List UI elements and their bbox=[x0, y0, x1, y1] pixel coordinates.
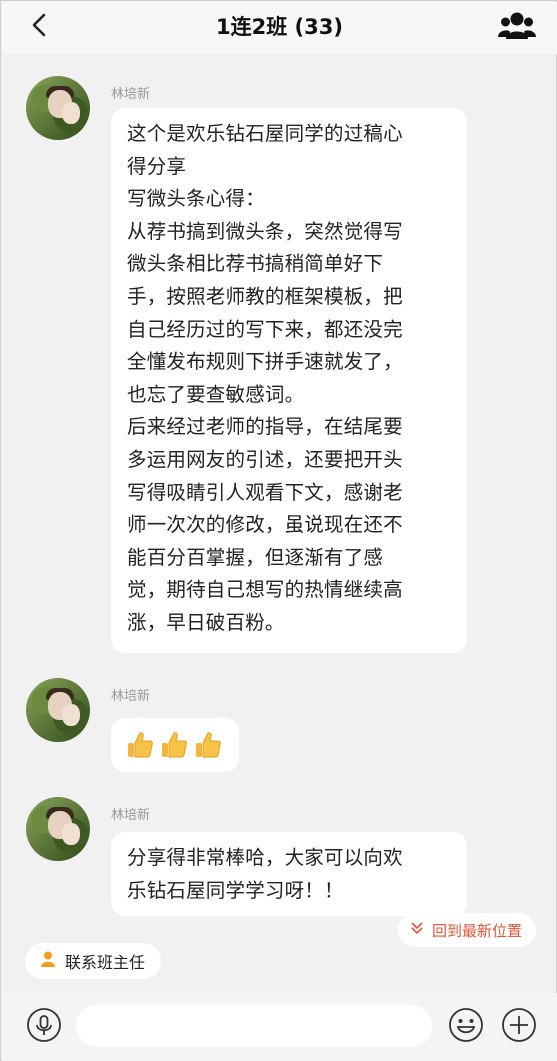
message-bubble[interactable]: 分享得非常棒哈，大家可以向欢 乐钻石屋同学学习呀！！ bbox=[111, 832, 467, 916]
message-input[interactable] bbox=[76, 1005, 432, 1047]
voice-button[interactable] bbox=[26, 1007, 62, 1047]
microphone-icon bbox=[26, 1007, 62, 1047]
header-bar: 1连2班 (33) bbox=[2, 2, 557, 54]
more-options-button[interactable] bbox=[501, 1007, 537, 1047]
back-to-latest-button[interactable]: 回到最新位置 bbox=[397, 913, 536, 947]
message-bubble[interactable]: 这个是欢乐钻石屋同学的过稿心 得分享 写微头条心得： 从荐书搞到微头条，突然觉得… bbox=[111, 108, 467, 653]
sender-name: 林培新 bbox=[111, 689, 151, 704]
person-icon bbox=[39, 950, 57, 972]
group-icon bbox=[498, 10, 536, 44]
input-bar bbox=[2, 993, 557, 1061]
emoji-row bbox=[125, 718, 225, 772]
avatar[interactable] bbox=[26, 797, 90, 861]
smiley-icon bbox=[448, 1007, 484, 1047]
avatar[interactable] bbox=[26, 76, 90, 140]
thumbs-up-icon bbox=[128, 732, 153, 758]
page-title: 1连2班 (33) bbox=[216, 15, 343, 39]
thumbs-up-icon bbox=[162, 732, 187, 758]
contact-teacher-button[interactable]: 联系班主任 bbox=[25, 943, 162, 979]
avatar[interactable] bbox=[26, 678, 90, 742]
message-text: 分享得非常棒哈，大家可以向欢 乐钻石屋同学学习呀！！ bbox=[127, 846, 403, 902]
message-bubble[interactable] bbox=[111, 718, 239, 772]
message-text: 这个是欢乐钻石屋同学的过稿心 得分享 写微头条心得： 从荐书搞到微头条，突然觉得… bbox=[127, 122, 403, 634]
emoji-button[interactable] bbox=[448, 1007, 484, 1047]
back-to-latest-label: 回到最新位置 bbox=[431, 921, 522, 940]
double-chevron-down-icon bbox=[410, 921, 424, 939]
group-members-button[interactable] bbox=[497, 10, 537, 44]
chat-screen: 1连2班 (33) 林培新 这个是欢乐钻石屋同学的过稿心 得分享 写微头条心得：… bbox=[0, 0, 557, 1061]
sender-name: 林培新 bbox=[111, 87, 151, 102]
contact-teacher-label: 联系班主任 bbox=[65, 953, 146, 972]
plus-circle-icon bbox=[501, 1007, 537, 1047]
thumbs-up-icon bbox=[196, 732, 221, 758]
sender-name: 林培新 bbox=[111, 808, 151, 823]
